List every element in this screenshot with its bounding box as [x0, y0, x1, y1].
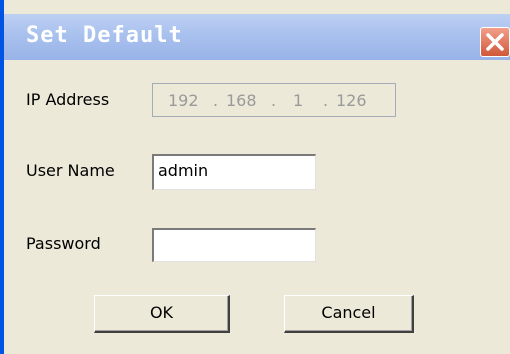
password-input[interactable]: [152, 228, 316, 262]
ok-button[interactable]: OK: [94, 295, 230, 333]
ip-separator: .: [323, 91, 329, 110]
ip-address-label: IP Address: [26, 90, 110, 109]
ip-octet-2: 168: [226, 91, 257, 110]
close-icon: [486, 33, 504, 51]
ip-separator: .: [213, 91, 219, 110]
ip-separator: .: [271, 91, 277, 110]
close-button[interactable]: [480, 27, 510, 57]
ip-address-field: 192 . 168 . 1 . 126: [152, 83, 396, 117]
ip-octet-3: 1: [293, 91, 304, 110]
ip-octet-4: 126: [336, 91, 367, 110]
set-default-dialog: Set Default IP Address 192 . 168 . 1 . 1…: [0, 0, 510, 354]
dialog-title: Set Default: [26, 23, 183, 48]
cancel-button[interactable]: Cancel: [284, 295, 414, 333]
user-name-input[interactable]: admin: [152, 154, 316, 190]
ip-octet-1: 192: [168, 91, 199, 110]
user-name-label: User Name: [26, 161, 115, 180]
password-label: Password: [26, 234, 101, 253]
